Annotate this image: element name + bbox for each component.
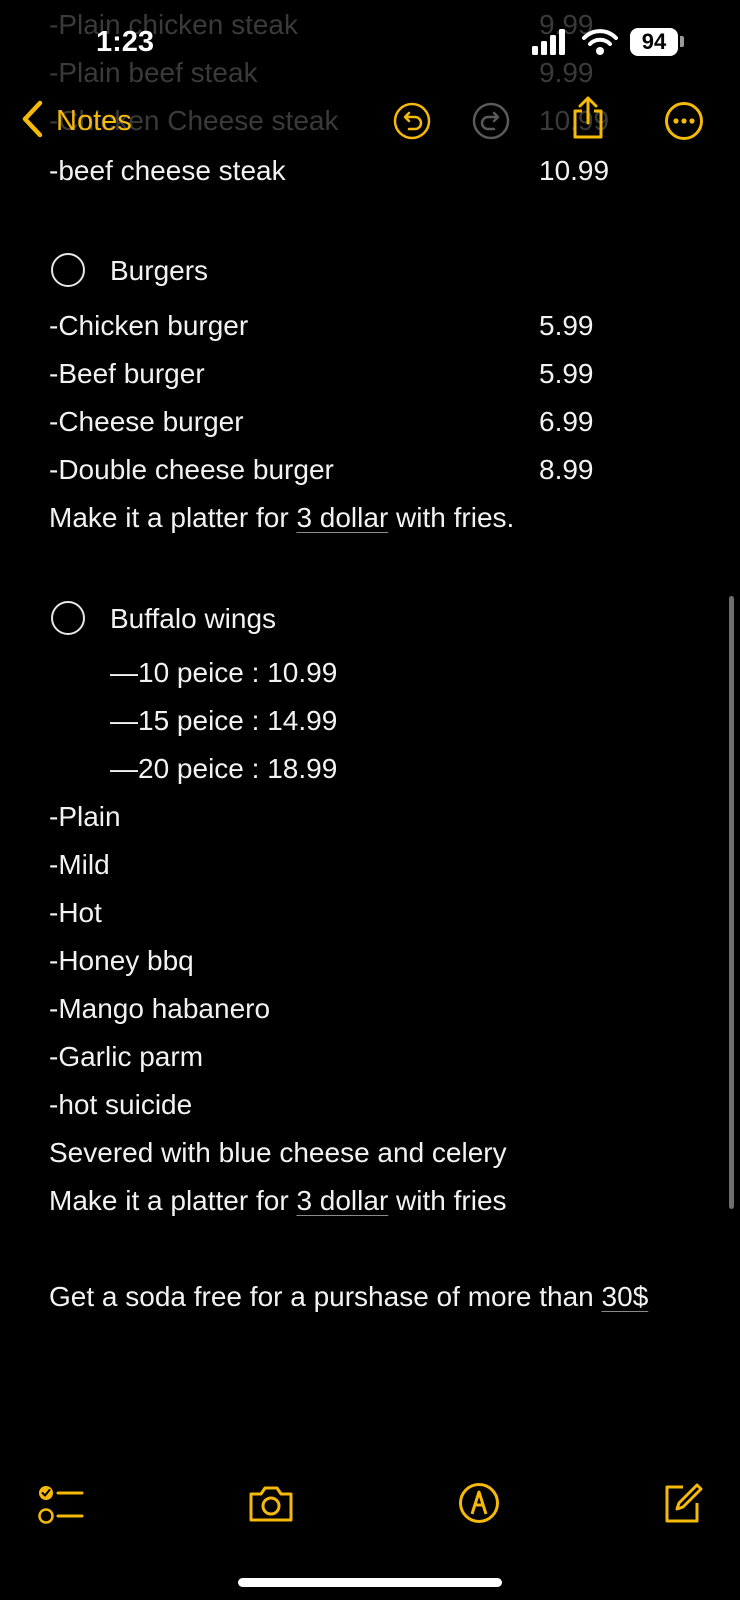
chevron-left-icon	[20, 100, 44, 143]
section-heading: Burgers	[110, 255, 209, 286]
item-price: 5.99	[539, 358, 594, 389]
home-indicator[interactable]	[238, 1578, 502, 1587]
redo-button[interactable]	[472, 102, 510, 145]
list-item: -Plain beef steak 9.99	[49, 56, 594, 90]
data-detector-link[interactable]: 30$	[602, 1281, 649, 1312]
item-price: 10.99	[539, 155, 610, 186]
platter-text: Make it a platter for	[49, 1185, 297, 1216]
list-item: -Mango habanero	[49, 993, 271, 1024]
platter-text: with fries	[388, 1185, 507, 1216]
list-item: -Plain chicken steak 9.99	[49, 8, 594, 42]
list-item: —10 peice : 10.99	[110, 657, 338, 688]
list-item: -beef cheese steak 10.99	[49, 154, 609, 188]
markup-icon	[459, 1483, 499, 1523]
share-button[interactable]	[570, 96, 606, 145]
item-name: -Plain beef steak	[49, 57, 258, 88]
signal-icon	[532, 28, 572, 61]
list-item: -Double cheese burger 8.99	[49, 453, 594, 487]
share-icon	[573, 96, 603, 139]
camera-button[interactable]	[247, 1484, 295, 1529]
list-item: -Mild	[49, 849, 110, 880]
list-item: -hot suicide	[49, 1089, 193, 1120]
list-item: -Plain	[49, 801, 121, 832]
compose-button[interactable]	[663, 1481, 703, 1528]
data-detector-link[interactable]: 3 dollar	[296, 502, 388, 533]
compose-icon	[665, 1483, 703, 1523]
checklist-button[interactable]	[38, 1484, 84, 1531]
status-time: 1:23	[96, 26, 155, 58]
checklist-checkbox[interactable]	[51, 253, 85, 287]
checklist-checkbox[interactable]	[51, 601, 85, 635]
item-price: 5.99	[539, 310, 594, 341]
back-label: Notes	[56, 104, 132, 137]
list-item: —20 peice : 18.99	[110, 753, 338, 784]
battery-indicator: 94	[630, 28, 678, 56]
undo-button[interactable]	[393, 102, 431, 145]
item-name: -Beef burger	[49, 358, 205, 389]
item-name: -Cheese burger	[49, 406, 244, 437]
note-line: Make it a platter for 3 dollar with frie…	[49, 1184, 507, 1218]
note-line: Severed with blue cheese and celery	[49, 1137, 507, 1168]
item-name: -Plain chicken steak	[49, 9, 299, 40]
item-price: 8.99	[539, 454, 594, 485]
list-item: -Hot	[49, 897, 102, 928]
undo-icon	[393, 102, 431, 140]
promo-text: Get a soda free for a purshase of more t…	[49, 1281, 602, 1312]
platter-text: with fries.	[388, 502, 515, 533]
note-line: Make it a platter for 3 dollar with frie…	[49, 501, 514, 535]
redo-icon	[472, 102, 510, 140]
checklist-icon	[38, 1486, 84, 1524]
list-item: -Chicken burger 5.99	[49, 309, 594, 343]
list-item: —15 peice : 14.99	[110, 705, 338, 736]
wifi-icon	[582, 28, 618, 61]
item-price: 6.99	[539, 406, 594, 437]
list-item: -Garlic parm	[49, 1041, 204, 1072]
section-heading: Buffalo wings	[110, 603, 277, 634]
back-button[interactable]: Notes	[20, 100, 132, 142]
item-name: -Double cheese burger	[49, 454, 334, 485]
item-price: 9.99	[539, 57, 594, 88]
camera-icon	[249, 1486, 293, 1522]
battery-cap	[680, 36, 684, 47]
ellipsis-circle-icon	[665, 102, 703, 140]
item-name: -Chicken burger	[49, 310, 249, 341]
item-name: -beef cheese steak	[49, 155, 286, 186]
more-button[interactable]	[664, 101, 704, 146]
note-line: Get a soda free for a purshase of more t…	[49, 1280, 648, 1314]
scrollbar[interactable]	[729, 596, 734, 1209]
platter-text: Make it a platter for	[49, 502, 297, 533]
data-detector-link[interactable]: 3 dollar	[296, 1185, 388, 1216]
markup-button[interactable]	[458, 1482, 500, 1529]
list-item: -Honey bbq	[49, 945, 194, 976]
list-item: -Cheese burger 6.99	[49, 405, 594, 439]
list-item: -Beef burger 5.99	[49, 357, 594, 391]
